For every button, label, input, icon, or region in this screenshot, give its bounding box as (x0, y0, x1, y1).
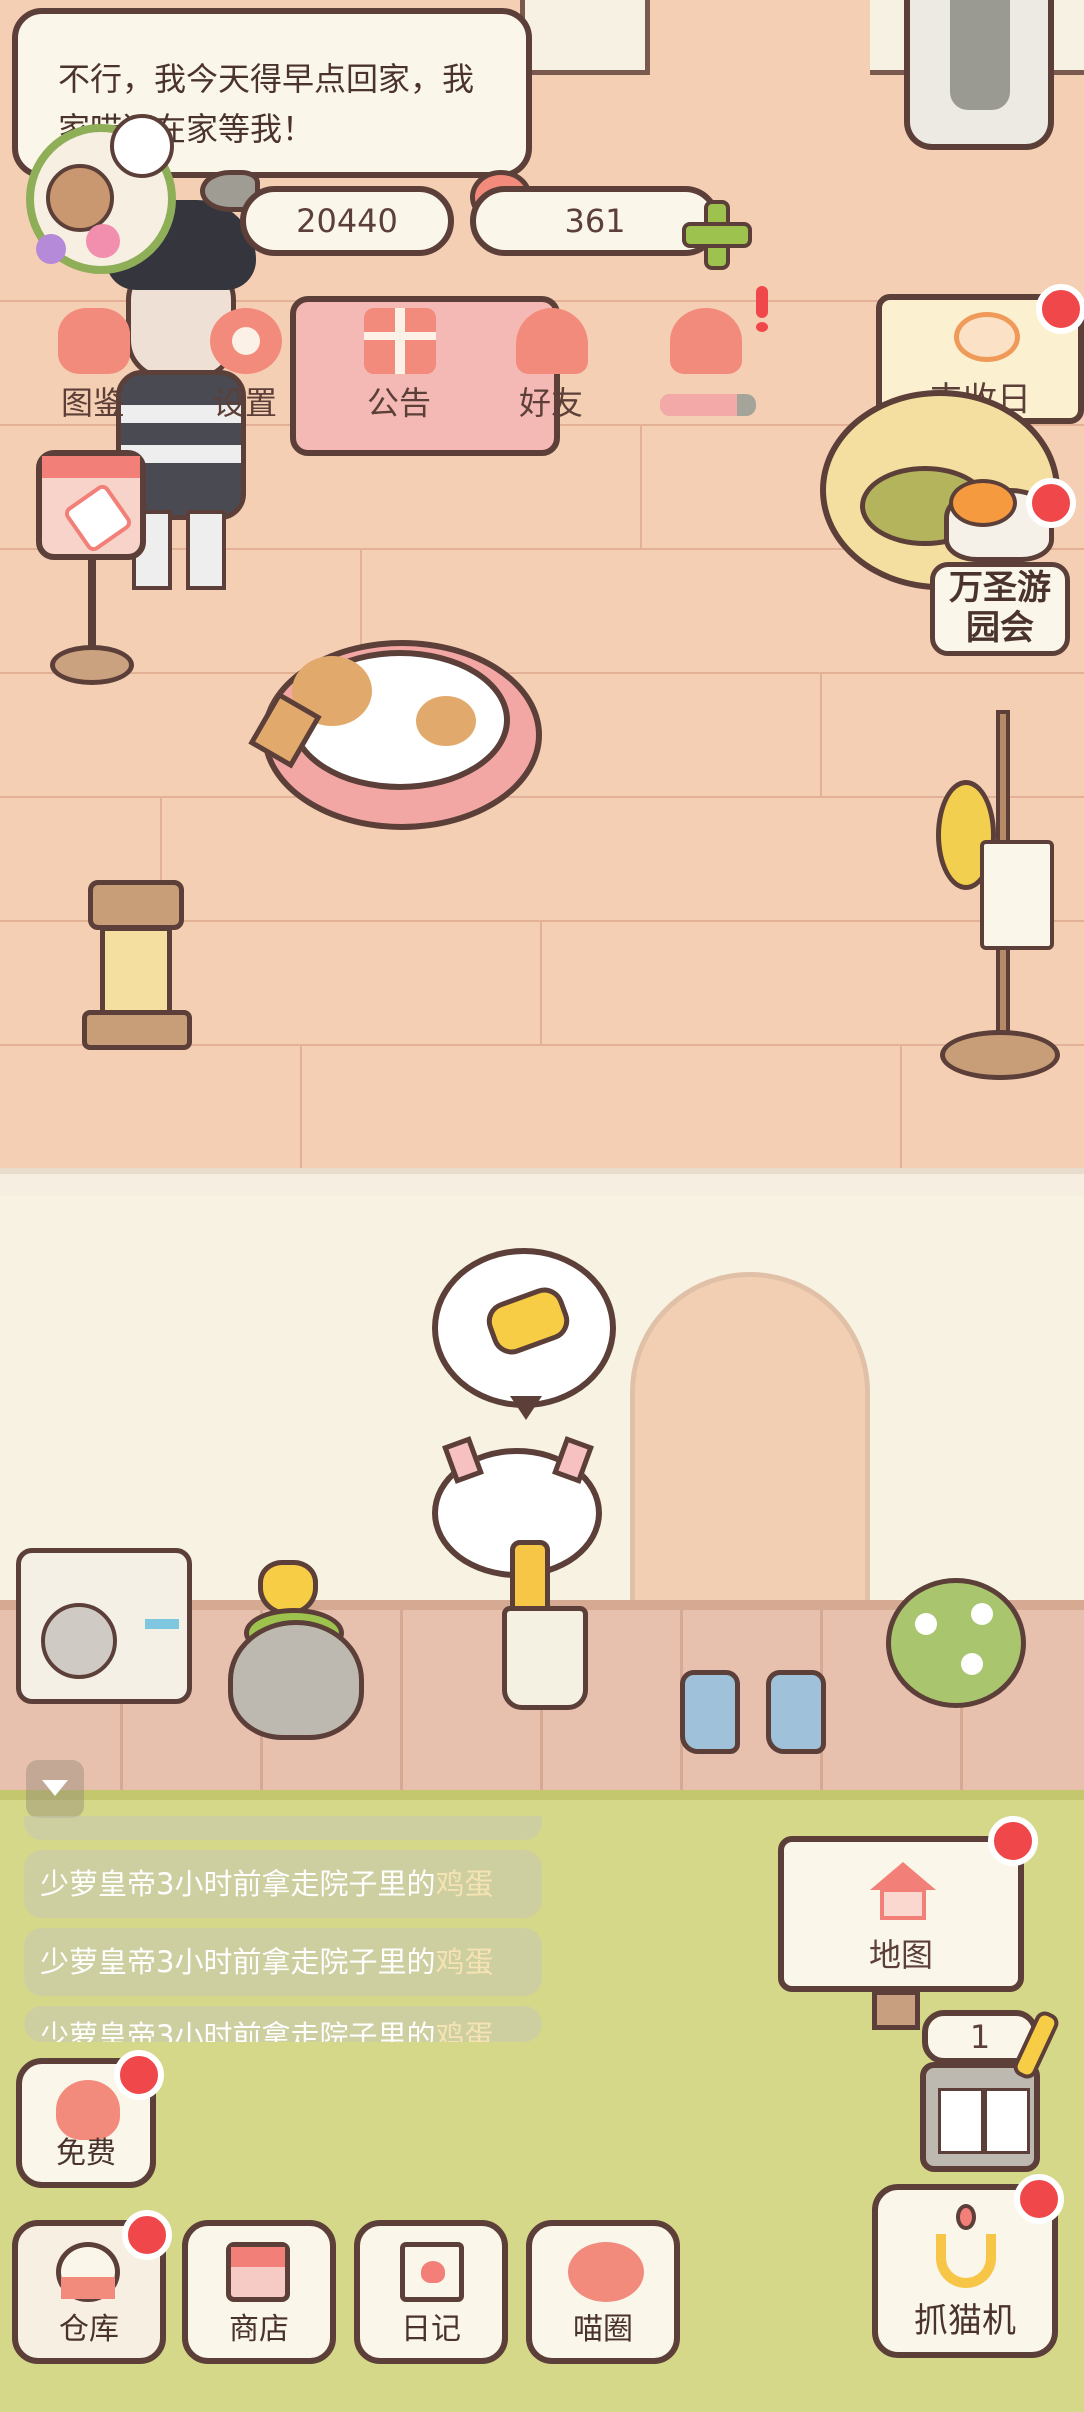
friends-icon (516, 308, 588, 374)
apron-icon (980, 840, 1054, 950)
house-icon (870, 1862, 936, 1922)
bucket (502, 1606, 588, 1710)
add-currency-button[interactable] (682, 200, 752, 270)
menu-hearts-alert-icon (756, 286, 770, 332)
pumpkin-icon (954, 312, 1020, 362)
free-badge (114, 2050, 164, 2100)
warehouse-badge (122, 2210, 172, 2260)
air-purifier[interactable] (904, 0, 1054, 150)
menu-friends[interactable]: 好友 (486, 300, 616, 430)
claw-icon (936, 2204, 996, 2294)
claw-machine-badge (1014, 2174, 1064, 2224)
menu-collection[interactable]: 图鉴 (28, 300, 158, 430)
sleeping-cat[interactable] (290, 650, 510, 790)
chevron-down-icon (42, 1780, 68, 1796)
log-partial-top (24, 1816, 542, 1840)
halloween-badge (1026, 478, 1076, 528)
free-label: 免费 (56, 2136, 116, 2171)
fish-count: 20440 (296, 202, 398, 240)
pencil-icon (61, 481, 135, 555)
cat-planet-icon (568, 2242, 644, 2302)
menu-hearts[interactable] (640, 300, 770, 430)
thought-bubble (432, 1248, 616, 1408)
arched-doorway[interactable] (630, 1272, 870, 1642)
profile-portrait[interactable] (26, 104, 196, 274)
flower-pink-icon (86, 224, 120, 258)
log-message: 少萝皇帝3小时前拿走院子里的鸡蛋 (24, 1850, 542, 1918)
bear-icon (46, 164, 114, 232)
warehouse-label: 仓库 (59, 2312, 119, 2347)
air-conditioner[interactable] (16, 1548, 192, 1704)
meow-circle-label: 喵圈 (573, 2312, 633, 2347)
map-button[interactable]: 地图 (778, 1836, 1024, 1992)
claw-machine-label: 抓猫机 (914, 2301, 1016, 2341)
menu-settings[interactable]: 设置 (180, 300, 310, 430)
egg-basket-icon (56, 2242, 120, 2302)
rain-boot-right[interactable] (766, 1670, 826, 1754)
diary-easel[interactable] (30, 450, 170, 700)
diary-book-icon (400, 2242, 464, 2302)
diary-button[interactable]: 日记 (354, 2220, 508, 2364)
menu-announcement-label: 公告 (366, 384, 431, 422)
fish-currency[interactable]: 20440 (240, 186, 454, 256)
log-collapse-button[interactable] (26, 1760, 84, 1818)
scratching-post[interactable] (82, 880, 192, 1050)
sign-post (872, 1990, 920, 2030)
halloween-label-2: 园会 (966, 608, 1034, 648)
sponge-brush-icon (481, 1281, 575, 1361)
menu-announcement[interactable]: 公告 (334, 300, 464, 430)
map-label: 地图 (868, 1936, 933, 1974)
shop-button[interactable]: 商店 (182, 2220, 336, 2364)
map-badge (988, 1816, 1038, 1866)
shop-label: 商店 (229, 2312, 289, 2347)
gift-icon (364, 308, 436, 374)
flower-icon (110, 114, 174, 178)
heart-count: 361 (564, 202, 626, 240)
log-message: 少萝皇帝3小时前拿走院子里的鸡蛋 (24, 1928, 542, 1996)
menu-settings-label: 设置 (212, 384, 277, 422)
top-wall (520, 0, 650, 75)
hearts-progress (660, 394, 756, 416)
diary-label: 日记 (401, 2312, 461, 2347)
broken-heart-icon (670, 308, 742, 374)
thought-bubble-tail (510, 1396, 542, 1420)
flower-purple-icon (36, 234, 66, 264)
cat-book-icon (58, 308, 130, 374)
menu-friends-label: 好友 (518, 384, 583, 422)
flower-pot[interactable] (228, 1620, 364, 1740)
rain-boot-left[interactable] (680, 1670, 740, 1754)
halloween-label-1: 万圣游 (949, 568, 1051, 608)
coat-rack[interactable] (936, 710, 1060, 1080)
menu-collection-label: 图鉴 (60, 384, 125, 422)
fan-icon (41, 1603, 117, 1679)
shop-icon (226, 2242, 290, 2302)
meow-circle-button[interactable]: 喵圈 (526, 2220, 680, 2364)
slot-machine[interactable]: 1 (920, 2008, 1062, 2172)
flower-bush[interactable] (886, 1578, 1026, 1708)
gear-icon (210, 308, 282, 374)
harvest-day-badge (1036, 284, 1084, 334)
log-message: 少萝皇帝3小时前拿走院子里的鸡蛋 (24, 2006, 542, 2042)
